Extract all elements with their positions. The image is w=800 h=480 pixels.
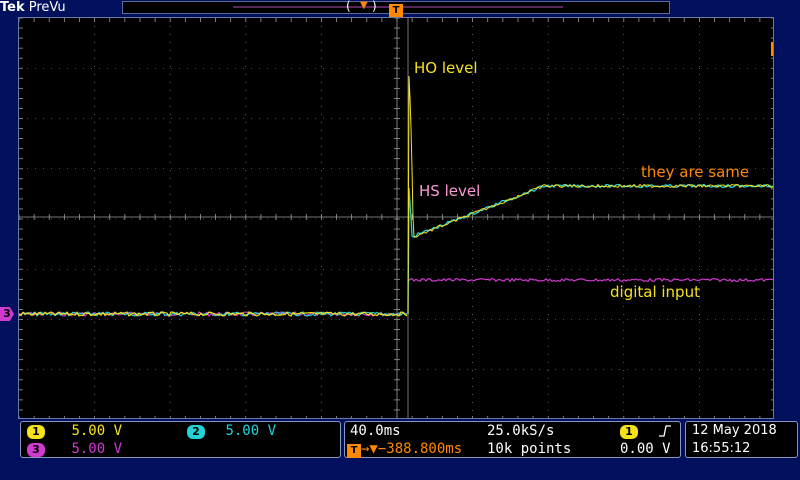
time-per-division[interactable]: 40.0ms <box>350 422 401 440</box>
trigger-position-icon: T <box>347 444 361 458</box>
datetime-panel: 12 May 2018 16:55:12 <box>685 421 798 458</box>
time: 16:55:12 <box>692 441 751 456</box>
waveform-traces <box>19 18 773 418</box>
channel-scale-panel: 1 5.00 V 2 5.00 V 3 5.00 V <box>20 421 341 458</box>
they-are-same-annotation: they are same <box>641 163 750 181</box>
waveform-display: HO level HS level they are same digital … <box>18 17 774 419</box>
channel-1-scale[interactable]: 5.00 V <box>71 423 122 439</box>
trigger-level[interactable]: 0.00 V <box>620 440 671 458</box>
rising-edge-icon <box>659 425 672 437</box>
channel-3-ground-marker[interactable]: 3 <box>0 307 14 321</box>
sample-rate: 25.0kS/s <box>487 423 555 439</box>
acquisition-mode: PreVu <box>28 0 66 15</box>
brand: Tek PreVu <box>0 0 66 16</box>
channel-3-trace <box>407 277 773 314</box>
brand-name: Tek <box>0 0 25 15</box>
channel-2-scale[interactable]: 5.00 V <box>225 423 276 439</box>
hs-level-annotation: HS level <box>419 182 481 200</box>
record-length: 10k points <box>487 441 572 457</box>
channel-3-scale[interactable]: 5.00 V <box>71 441 122 457</box>
trigger-level-indicator[interactable]: T <box>771 42 773 56</box>
channel-2-badge[interactable]: 2 <box>187 425 205 439</box>
record-view-bracket: ( ▼ ) <box>346 0 377 13</box>
channel-2-trace <box>407 183 773 315</box>
view-position-icon: ▼ <box>360 0 368 11</box>
channel-1-badge[interactable]: 1 <box>27 425 45 439</box>
channel-3-badge[interactable]: 3 <box>27 443 45 457</box>
digital-input-annotation: digital input <box>610 283 700 301</box>
trigger-source-badge[interactable]: 1 <box>620 425 638 439</box>
horizontal-position[interactable]: →▼−388.800ms <box>361 441 462 457</box>
timebase-panel: 40.0ms 25.0kS/s T →▼−388.800ms 10k points… <box>344 421 681 458</box>
ho-level-annotation: HO level <box>414 59 478 77</box>
date: 12 May 2018 <box>692 423 777 438</box>
